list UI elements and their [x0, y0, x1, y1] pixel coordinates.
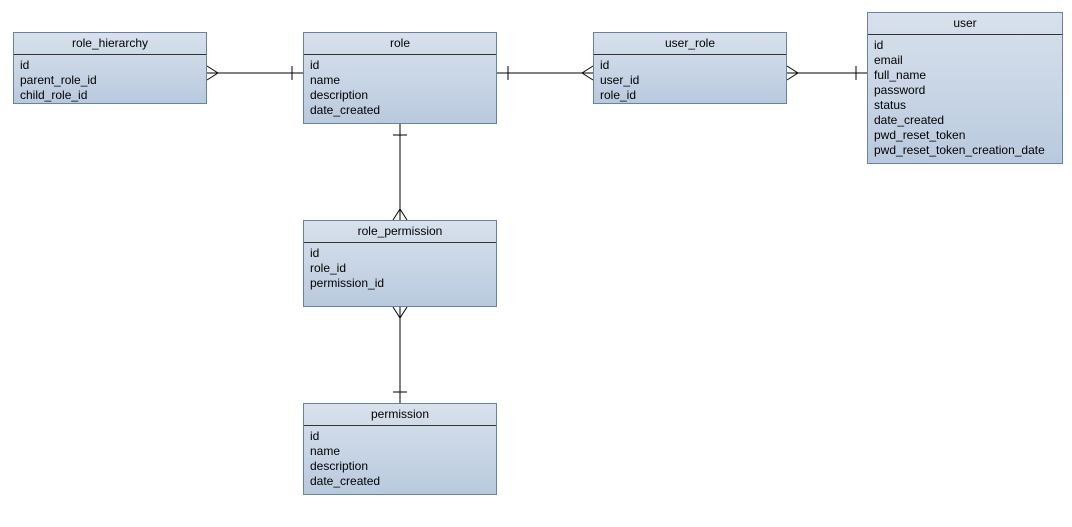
attr: id	[310, 246, 490, 261]
entity-attrs: id role_id permission_id	[304, 243, 496, 297]
entity-title: role_hierarchy	[14, 33, 206, 55]
attr: name	[310, 444, 490, 459]
entity-role: role id name description date_created	[303, 32, 497, 124]
attr: id	[310, 429, 490, 444]
entity-user-role: user_role id user_id role_id	[593, 32, 787, 104]
rel-rolehierarchy-role	[207, 66, 303, 80]
entity-title: role_permission	[304, 221, 496, 243]
er-diagram: role_hierarchy id parent_role_id child_r…	[0, 0, 1072, 527]
rel-rolepermission-permission	[393, 307, 407, 403]
attr: password	[874, 83, 1056, 98]
attr: id	[310, 58, 490, 73]
entity-attrs: id user_id role_id	[594, 55, 786, 109]
attr: id	[874, 38, 1056, 53]
attr: full_name	[874, 68, 1056, 83]
entity-title: permission	[304, 404, 496, 426]
attr: parent_role_id	[20, 73, 200, 88]
attr: name	[310, 73, 490, 88]
attr: description	[310, 88, 490, 103]
entity-attrs: id email full_name password status date_…	[868, 35, 1062, 164]
entity-attrs: id name description date_created	[304, 426, 496, 495]
attr: role_id	[310, 261, 490, 276]
rel-role-userrole	[497, 66, 593, 80]
entity-role-permission: role_permission id role_id permission_id	[303, 220, 497, 307]
entity-title: user	[868, 13, 1062, 35]
attr: child_role_id	[20, 88, 200, 103]
entity-user: user id email full_name password status …	[867, 12, 1063, 164]
attr: id	[20, 58, 200, 73]
rel-userrole-user	[787, 66, 867, 80]
attr: date_created	[310, 103, 490, 118]
attr: email	[874, 53, 1056, 68]
attr: pwd_reset_token_creation_date	[874, 143, 1056, 158]
rel-role-rolepermission	[393, 124, 407, 220]
attr: description	[310, 459, 490, 474]
attr: date_created	[874, 113, 1056, 128]
attr: pwd_reset_token	[874, 128, 1056, 143]
attr: date_created	[310, 474, 490, 489]
attr: permission_id	[310, 276, 490, 291]
entity-attrs: id name description date_created	[304, 55, 496, 124]
entity-permission: permission id name description date_crea…	[303, 403, 497, 495]
attr: id	[600, 58, 780, 73]
entity-title: user_role	[594, 33, 786, 55]
attr: user_id	[600, 73, 780, 88]
entity-attrs: id parent_role_id child_role_id	[14, 55, 206, 109]
entity-title: role	[304, 33, 496, 55]
attr: role_id	[600, 88, 780, 103]
attr: status	[874, 98, 1056, 113]
entity-role-hierarchy: role_hierarchy id parent_role_id child_r…	[13, 32, 207, 104]
